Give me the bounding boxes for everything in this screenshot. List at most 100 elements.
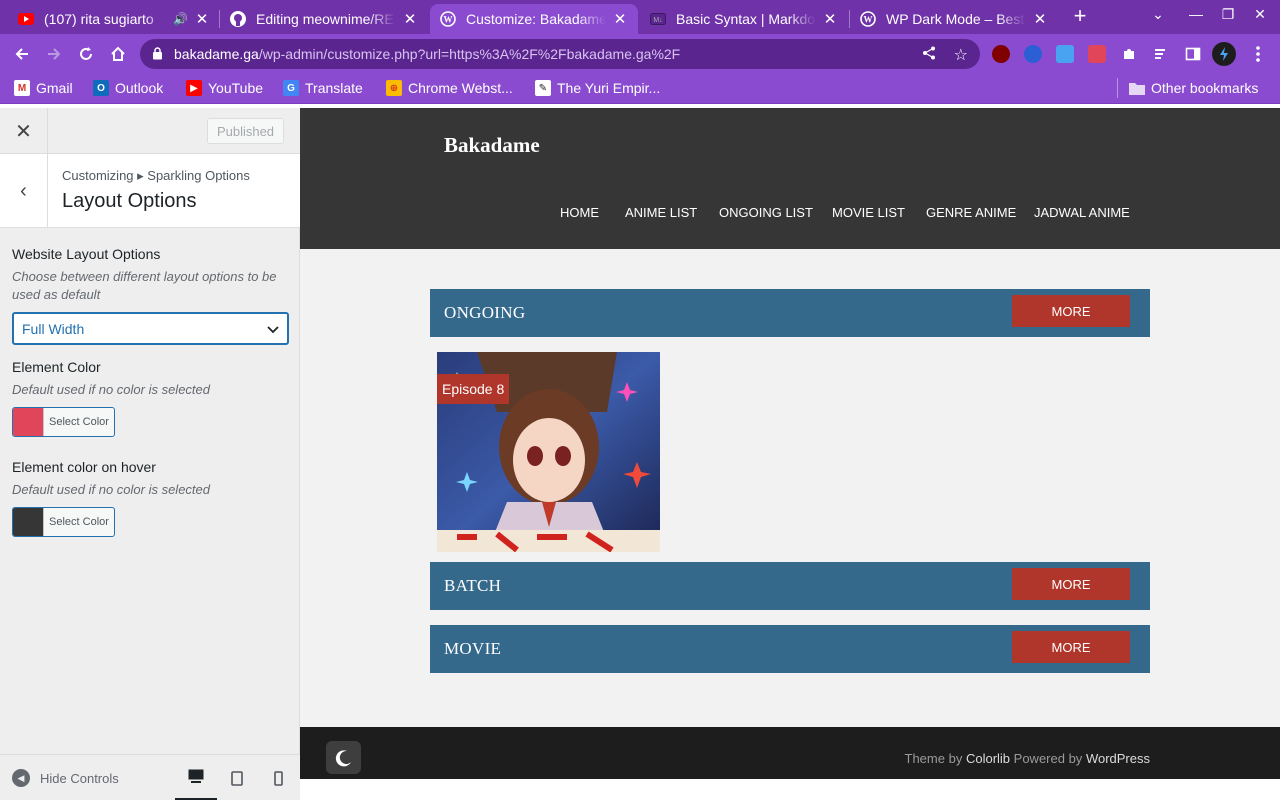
- tab-title: Editing meownime/RE: [256, 11, 394, 27]
- hover-color-picker[interactable]: Select Color: [12, 507, 115, 537]
- browser-tab-wp-dark-mode[interactable]: W WP Dark Mode – Best ✕: [850, 4, 1058, 34]
- back-chevron-icon[interactable]: ‹: [0, 154, 48, 228]
- nav-item-movie-list[interactable]: MOVIE LIST: [832, 205, 905, 220]
- nav-item-genre-anime[interactable]: GENRE ANIME: [926, 205, 1016, 220]
- more-button-batch[interactable]: MORE: [1012, 568, 1130, 600]
- color-swatch: [13, 508, 44, 536]
- forward-icon[interactable]: [42, 42, 66, 66]
- nav-item-ongoing-list[interactable]: ONGOING LIST: [719, 205, 813, 220]
- more-button-ongoing[interactable]: MORE: [1012, 295, 1130, 327]
- section-bar-ongoing: ONGOING MORE: [430, 289, 1150, 337]
- tablet-preview-icon[interactable]: [216, 755, 258, 800]
- site-title[interactable]: Bakadame: [444, 133, 540, 158]
- other-bookmarks[interactable]: Other bookmarks: [1129, 80, 1258, 96]
- nav-item-anime-list[interactable]: ANIME LIST: [625, 205, 697, 220]
- color-swatch: [13, 408, 44, 436]
- wordpress-link[interactable]: WordPress: [1086, 751, 1150, 766]
- bookmark-site-icon: ✎: [535, 80, 551, 96]
- home-icon[interactable]: [106, 42, 130, 66]
- section-title-batch: BATCH: [444, 576, 502, 595]
- dark-mode-toggle[interactable]: [326, 741, 361, 774]
- restore-window-icon[interactable]: ❐: [1217, 6, 1239, 23]
- mobile-preview-icon[interactable]: [257, 755, 299, 800]
- youtube-icon: [18, 11, 34, 27]
- back-icon[interactable]: [10, 42, 34, 66]
- bookmarks-divider: [1117, 78, 1118, 98]
- download-extension-icon[interactable]: [1024, 45, 1042, 63]
- bookmark-chrome-webstore[interactable]: ⊕ Chrome Webst...: [386, 80, 513, 96]
- reload-icon[interactable]: [74, 42, 98, 66]
- browser-tab-github[interactable]: Editing meownime/RE ✕: [220, 4, 428, 34]
- translate-icon: G: [283, 80, 299, 96]
- browser-tab-strip: (107) rita sugiarto 🔊 ✕ Editing meownime…: [0, 0, 1280, 34]
- svg-text:M↓: M↓: [653, 17, 662, 24]
- close-tab-icon[interactable]: ✕: [194, 10, 210, 28]
- breadcrumb: Customizing ▸ Sparkling Options: [62, 168, 250, 183]
- browser-toolbar: bakadame.ga/wp-admin/customize.php?url=h…: [0, 34, 1280, 74]
- browser-tab-customize[interactable]: W Customize: Bakadame ✕: [430, 4, 638, 34]
- published-button[interactable]: Published: [207, 118, 284, 144]
- extensions-puzzle-icon[interactable]: [1117, 42, 1141, 66]
- layout-select[interactable]: Full Width: [12, 312, 289, 345]
- extension-icon[interactable]: [1056, 45, 1074, 63]
- share-icon[interactable]: [922, 46, 936, 63]
- footer-credit: Theme by Colorlib Powered by WordPress: [905, 751, 1150, 766]
- browser-tab-markdown[interactable]: M↓ Basic Syntax | Markdo ✕: [640, 4, 848, 34]
- nav-item-home[interactable]: HOME: [560, 205, 599, 220]
- element-color-description: Default used if no color is selected: [12, 382, 210, 397]
- element-color-picker[interactable]: Select Color: [12, 407, 115, 437]
- anime-thumbnail[interactable]: Episode 8: [437, 352, 660, 552]
- folder-icon: [1129, 80, 1145, 96]
- url-host: bakadame.ga: [174, 46, 259, 62]
- more-button-movie[interactable]: MORE: [1012, 631, 1130, 663]
- colorlib-link[interactable]: Colorlib: [966, 751, 1010, 766]
- episode-badge: Episode 8: [437, 374, 510, 404]
- bookmark-outlook[interactable]: O Outlook: [93, 80, 163, 96]
- translate-extension-icon[interactable]: [1088, 45, 1106, 63]
- new-tab-button[interactable]: +: [1068, 5, 1092, 29]
- hide-controls-button[interactable]: ◀ Hide Controls: [12, 769, 119, 787]
- minimize-window-icon[interactable]: —: [1185, 6, 1207, 22]
- bookmark-label: Gmail: [36, 80, 73, 96]
- close-tab-icon[interactable]: ✕: [1032, 10, 1048, 28]
- profile-avatar[interactable]: [1212, 42, 1236, 66]
- site-main: ONGOING MORE Episode 8 BATCH MORE MOVIE …: [300, 249, 1280, 727]
- nav-item-jadwal-anime[interactable]: JADWAL ANIME: [1034, 205, 1130, 220]
- element-color-label: Element Color: [12, 359, 101, 375]
- bookmark-translate[interactable]: G Translate: [283, 80, 363, 96]
- ublock-icon[interactable]: [992, 45, 1010, 63]
- lock-icon[interactable]: [152, 47, 163, 63]
- bookmark-star-icon[interactable]: ☆: [954, 45, 968, 65]
- customizer-header: ✕ Published: [0, 108, 300, 154]
- svg-text:W: W: [864, 15, 873, 25]
- footer-powered: Powered by: [1013, 751, 1083, 766]
- moon-icon: [335, 749, 351, 766]
- side-panel-icon[interactable]: [1181, 42, 1205, 66]
- url-text: bakadame.ga/wp-admin/customize.php?url=h…: [174, 46, 680, 62]
- github-icon: [230, 11, 246, 27]
- other-bookmarks-label: Other bookmarks: [1151, 80, 1259, 96]
- wordpress-icon: W: [860, 11, 876, 27]
- chrome-webstore-icon: ⊕: [386, 80, 402, 96]
- close-tab-icon[interactable]: ✕: [612, 10, 628, 28]
- tab-title: WP Dark Mode – Best: [886, 11, 1025, 27]
- address-bar[interactable]: bakadame.ga/wp-admin/customize.php?url=h…: [140, 39, 980, 69]
- footer-prefix: Theme by: [904, 751, 963, 766]
- tab-search-icon[interactable]: ⌄: [1147, 6, 1169, 23]
- close-tab-icon[interactable]: ✕: [402, 10, 418, 28]
- bookmark-youtube[interactable]: ▶ YouTube: [186, 80, 263, 96]
- desktop-preview-icon[interactable]: [175, 755, 217, 800]
- close-customizer-icon[interactable]: ✕: [0, 108, 48, 154]
- bookmark-label: Translate: [305, 80, 363, 96]
- section-bar-batch: BATCH MORE: [430, 562, 1150, 610]
- speaker-icon[interactable]: 🔊: [173, 12, 188, 26]
- hide-controls-label: Hide Controls: [40, 770, 119, 786]
- browser-tab-youtube[interactable]: (107) rita sugiarto 🔊 ✕: [8, 4, 220, 34]
- reading-list-icon[interactable]: [1149, 42, 1173, 66]
- chrome-menu-icon[interactable]: [1246, 42, 1270, 66]
- close-tab-icon[interactable]: ✕: [822, 10, 838, 28]
- bookmark-gmail[interactable]: M Gmail: [14, 80, 73, 96]
- close-window-icon[interactable]: ✕: [1249, 6, 1271, 23]
- bookmark-yuri-empire[interactable]: ✎ The Yuri Empir...: [535, 80, 660, 96]
- section-bar-movie: MOVIE MORE: [430, 625, 1150, 673]
